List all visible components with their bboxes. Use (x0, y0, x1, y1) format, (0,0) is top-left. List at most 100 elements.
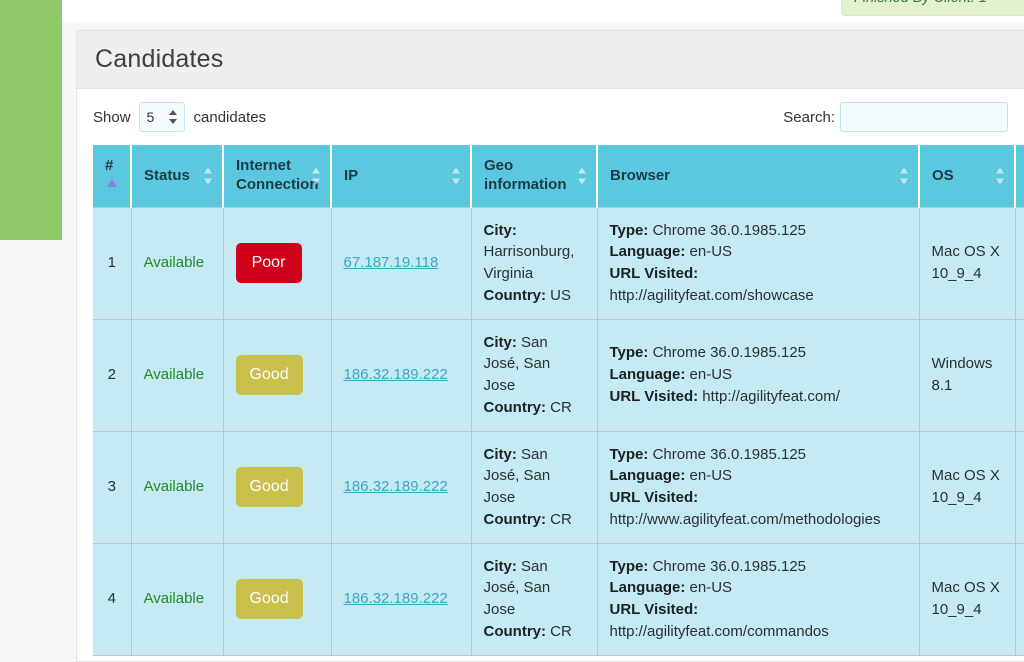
os-name: Mac OS X 10_9_4 (931, 243, 1000, 282)
page-title: Candidates (95, 45, 224, 73)
col-header-os-label: OS (932, 166, 954, 184)
browser-url-visited: URL Visited: http://agilityfeat.com/ (609, 387, 840, 405)
cell-connection: Good (223, 319, 332, 432)
ip-link[interactable]: 186.32.189.222 (344, 366, 448, 383)
status-badge: Available (143, 590, 205, 608)
col-header-internet-connection[interactable]: Internet Connection (223, 145, 332, 207)
geo-city: City: San José, San Jose (483, 557, 551, 619)
geo-country: Country: CR (483, 398, 572, 416)
cell-geo: City: San José, San Jose Country: CR (471, 431, 598, 544)
cell-overflow (1015, 431, 1024, 544)
row-number: 4 (107, 590, 116, 608)
geo-city: City: Harrisonburg, Virginia (483, 221, 575, 283)
col-header-os[interactable]: OS (919, 145, 1016, 207)
sort-both-icon[interactable] (900, 167, 909, 185)
sort-both-icon[interactable] (452, 167, 461, 185)
cell-num: 1 (93, 206, 132, 320)
cell-browser: Type: Chrome 36.0.1985.125 Language: en-U… (597, 431, 920, 544)
sort-both-icon[interactable] (312, 167, 321, 185)
cell-connection: Good (223, 543, 332, 656)
cell-num: 4 (93, 543, 132, 656)
col-header-ip[interactable]: IP (331, 145, 472, 207)
row-number: 2 (107, 366, 116, 384)
cell-ip: 67.187.19.118 (331, 206, 472, 320)
cell-os: Mac OS X 10_9_4 (919, 543, 1016, 656)
cell-os: Windows 8.1 (919, 319, 1016, 432)
row-number: 1 (107, 254, 116, 272)
cell-connection: Poor (223, 206, 332, 320)
table-row: 4 Available Good 186.32.189.222 City: San Jo… (93, 543, 1024, 656)
page-length-control: Show candidates (93, 102, 266, 132)
connection-quality-badge: Poor (235, 243, 302, 283)
cell-overflow (1015, 206, 1024, 320)
geo-country: Country: CR (483, 622, 572, 640)
connection-quality-badge: Good (235, 355, 303, 395)
stepper-down-icon[interactable] (168, 119, 177, 124)
geo-country: Country: US (483, 286, 572, 304)
table-row: 3 Available Good 186.32.189.222 City: San Jo… (93, 431, 1024, 544)
browser-type: Type: Chrome 36.0.1985.125 (609, 445, 807, 463)
cell-geo: City: Harrisonburg, Virginia Country: US (471, 206, 598, 320)
sort-both-icon[interactable] (204, 167, 213, 185)
panel-body: Show candidates Search: (77, 89, 1024, 662)
col-header-overflow (1015, 145, 1024, 207)
geo-city: City: San José, San Jose (483, 445, 551, 507)
col-header-geo-information-label: Geo information (484, 157, 567, 193)
cell-ip: 186.32.189.222 (331, 319, 472, 432)
cell-os: Mac OS X 10_9_4 (919, 206, 1016, 320)
table-header-row: # Status Internet Connection IP Geo info… (93, 145, 1024, 207)
col-header-browser-label: Browser (610, 166, 671, 184)
candidates-table: # Status Internet Connection IP Geo info… (93, 145, 1024, 656)
table-body: 1 Available Poor 67.187.19.118 City: Harriso… (93, 206, 1024, 656)
browser-language: Language: en-US (609, 579, 733, 597)
browser-type: Type: Chrome 36.0.1985.125 (609, 344, 807, 362)
finished-by-client-alert: Finished By Client: 1 (841, 0, 1024, 16)
page-length-stepper[interactable] (138, 102, 185, 132)
cell-num: 2 (93, 319, 132, 432)
os-name: Windows 8.1 (931, 355, 993, 394)
browser-url-visited: URL Visited: http://agilityfeat.com/comm… (609, 601, 829, 640)
cell-status: Available (131, 206, 224, 320)
browser-language: Language: en-US (609, 467, 733, 485)
cell-status: Available (131, 319, 224, 432)
ip-link[interactable]: 186.32.189.222 (344, 478, 448, 495)
top-strip: Finished By Client: 1 (62, 0, 1024, 22)
cell-geo: City: San José, San Jose Country: CR (471, 319, 598, 432)
connection-quality-badge: Good (235, 467, 303, 507)
page-length-input[interactable] (138, 102, 185, 132)
sort-both-icon[interactable] (996, 167, 1005, 185)
table-row: 2 Available Good 186.32.189.222 City: San Jo… (93, 319, 1024, 432)
os-name: Mac OS X 10_9_4 (931, 579, 1000, 618)
cell-num: 3 (93, 431, 132, 544)
search-label: Search: (783, 108, 835, 126)
cell-overflow (1015, 319, 1024, 432)
browser-type: Type: Chrome 36.0.1985.125 (609, 557, 807, 575)
stepper-up-icon[interactable] (168, 110, 177, 115)
connection-quality-badge: Good (235, 579, 303, 619)
ip-link[interactable]: 67.187.19.118 (344, 254, 439, 271)
cell-ip: 186.32.189.222 (331, 543, 472, 656)
table-row: 1 Available Poor 67.187.19.118 City: Harriso… (93, 206, 1024, 320)
sort-both-icon[interactable] (578, 167, 587, 185)
panel-heading: Candidates (77, 31, 1024, 89)
col-header-browser[interactable]: Browser (597, 145, 920, 207)
browser-url-visited: URL Visited: http://agilityfeat.com/show… (609, 265, 814, 304)
col-header-geo-information[interactable]: Geo information (471, 145, 598, 207)
col-header-internet-connection-label: Internet Connection (236, 157, 319, 193)
col-header-num[interactable]: # (93, 145, 132, 207)
cell-ip: 186.32.189.222 (331, 431, 472, 544)
status-badge: Available (143, 366, 205, 384)
app-root: Finished By Client: 1 Candidates Show (0, 0, 1024, 662)
search-input[interactable] (840, 102, 1008, 132)
stepper-arrows-icon[interactable] (168, 109, 178, 125)
ip-link[interactable]: 186.32.189.222 (344, 590, 448, 607)
table-controls: Show candidates Search: (85, 89, 1016, 145)
cell-status: Available (131, 431, 224, 544)
browser-url-visited: URL Visited: http://www.agilityfeat.com/… (609, 489, 881, 528)
col-header-status[interactable]: Status (131, 145, 224, 207)
cell-connection: Good (223, 431, 332, 544)
browser-language: Language: en-US (609, 366, 733, 384)
table-header: # Status Internet Connection IP Geo info… (93, 145, 1024, 207)
cell-geo: City: San José, San Jose Country: CR (471, 543, 598, 656)
left-green-sidebar (0, 0, 62, 240)
